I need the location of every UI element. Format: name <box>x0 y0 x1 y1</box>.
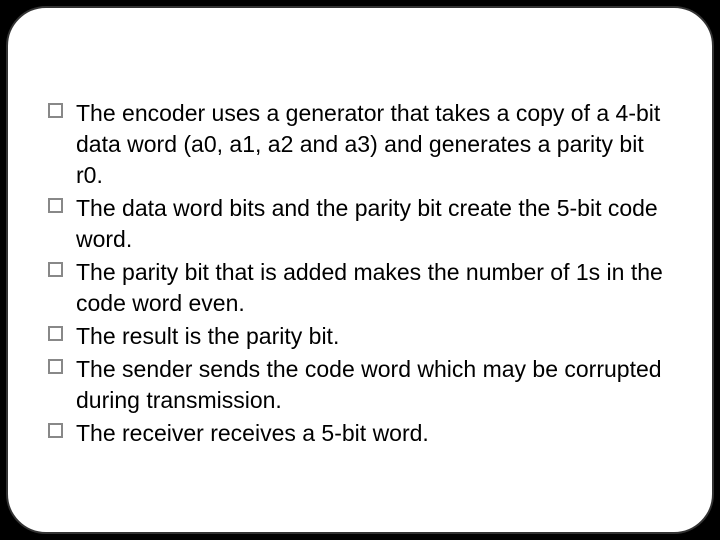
list-item: The encoder uses a generator that takes … <box>48 98 672 191</box>
list-item: The data word bits and the parity bit cr… <box>48 193 672 255</box>
bullet-text: The data word bits and the parity bit cr… <box>76 195 658 252</box>
bullet-text: The receiver receives a 5-bit word. <box>76 420 429 446</box>
list-item: The sender sends the code word which may… <box>48 354 672 416</box>
list-item: The result is the parity bit. <box>48 321 672 352</box>
bullet-list: The encoder uses a generator that takes … <box>48 98 672 450</box>
bullet-text: The result is the parity bit. <box>76 323 339 349</box>
bullet-text: The parity bit that is added makes the n… <box>76 259 663 316</box>
bullet-text: The sender sends the code word which may… <box>76 356 662 413</box>
bullet-text: The encoder uses a generator that takes … <box>76 100 660 188</box>
list-item: The receiver receives a 5-bit word. <box>48 418 672 449</box>
slide-frame: The encoder uses a generator that takes … <box>6 6 714 534</box>
list-item: The parity bit that is added makes the n… <box>48 257 672 319</box>
